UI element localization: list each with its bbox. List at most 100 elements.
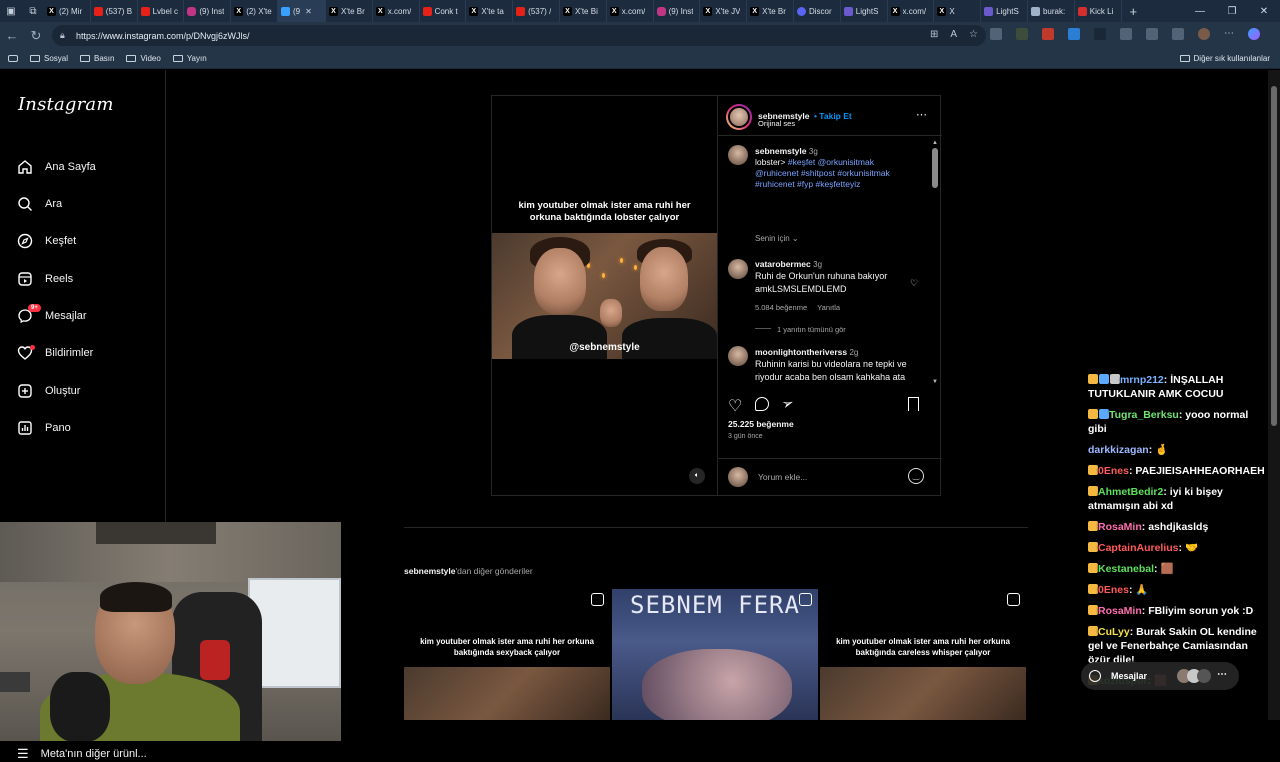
comment-username[interactable]: vatarobermec	[755, 259, 811, 269]
messages-pill[interactable]: Mesajlar ⋯	[1081, 662, 1239, 690]
app-available-icon[interactable]: ⊞	[930, 29, 938, 40]
extension-icon[interactable]	[1146, 28, 1158, 40]
maximize-button[interactable]: ❐	[1216, 6, 1248, 17]
more-post-card[interactable]: kim youtuber olmak ister ama ruhi her or…	[404, 589, 610, 720]
volume-icon[interactable]: 🔈︎	[689, 468, 705, 484]
sidebar-item-messenger[interactable]: 9+ Mesajlar	[17, 304, 87, 328]
other-bookmarks[interactable]: Diğer sık kullanılanlar	[1179, 54, 1270, 63]
tab-actions-icon[interactable]: ⧉	[22, 0, 44, 22]
more-icon[interactable]: ⋯	[1217, 669, 1227, 680]
comment-bubble-icon[interactable]	[755, 397, 769, 411]
instagram-logo[interactable]: Instagram	[18, 94, 114, 115]
chat-username[interactable]: CaptainAurelius	[1098, 542, 1179, 554]
likes-count[interactable]: 25.225 beğenme	[728, 419, 794, 429]
profile-avatar[interactable]	[1198, 28, 1210, 40]
sidebar-item-dashboard[interactable]: Pano	[17, 416, 71, 440]
back-button[interactable]: ←	[0, 28, 24, 43]
browser-tab[interactable]: (9 ✕	[277, 0, 326, 22]
comment-username[interactable]: moonlightontheriverss	[755, 347, 847, 357]
browser-tab[interactable]: X X'te Br	[326, 0, 373, 22]
sidebar-item-reels[interactable]: Reels	[17, 267, 73, 291]
browser-tab[interactable]: (9) Inst	[654, 0, 701, 22]
original-audio[interactable]: Orijinal ses	[758, 119, 795, 128]
more-post-card[interactable]: SEBNEM FERA	[612, 589, 818, 720]
chat-username[interactable]: Kestanebal	[1098, 563, 1154, 575]
browser-tab[interactable]: XX	[934, 0, 982, 22]
extension-icon[interactable]	[1016, 28, 1028, 40]
close-window-button[interactable]: ✕	[1248, 6, 1280, 17]
browser-tab[interactable]: Xx.com/	[373, 0, 420, 22]
chat-username[interactable]: CuLyy	[1098, 626, 1130, 638]
follow-button[interactable]: Takip Et	[819, 111, 851, 121]
menu-more-icon[interactable]: ⋯	[1224, 28, 1234, 40]
chat-username[interactable]: RosaMin	[1098, 605, 1142, 617]
bookmark-folder[interactable]: Sosyal	[30, 54, 68, 63]
chat-username[interactable]: Tugra_Berksu	[1109, 409, 1179, 421]
workspaces-icon[interactable]: ▣	[0, 0, 22, 22]
browser-tab[interactable]: X X'te ta	[466, 0, 514, 22]
youtube-extension-icon[interactable]	[1042, 28, 1054, 40]
browser-tab[interactable]: (537) /	[513, 0, 560, 22]
avatar[interactable]	[728, 346, 748, 366]
favorites-icon[interactable]	[1172, 28, 1184, 40]
browser-tab[interactable]: LightS	[841, 0, 888, 22]
browser-tab[interactable]: (9) Inst	[184, 0, 232, 22]
more-post-card[interactable]: kim youtuber olmak ister ama ruhi her or…	[820, 589, 1026, 720]
like-heart-icon[interactable]: ♡	[728, 396, 742, 416]
chat-username[interactable]: 0Enes	[1098, 584, 1129, 596]
bookmark-folder[interactable]: Basın	[80, 54, 114, 63]
browser-tab[interactable]: Xx.com/	[888, 0, 935, 22]
tab-close-icon[interactable]: ✕	[305, 7, 312, 16]
minimize-button[interactable]: —	[1184, 6, 1216, 17]
page-scrollbar[interactable]	[1268, 70, 1280, 720]
view-replies-button[interactable]: 1 yanıtın tümünü gör	[755, 325, 846, 334]
browser-tab[interactable]: X (2) X'te	[231, 0, 278, 22]
read-aloud-icon[interactable]: A	[950, 29, 957, 40]
comment-input[interactable]: Yorum ekle...	[758, 472, 807, 482]
browser-tab[interactable]: LightS	[981, 0, 1028, 22]
extensions-puzzle-icon[interactable]	[1120, 28, 1132, 40]
refresh-button[interactable]: ↻	[24, 28, 48, 44]
copilot-icon[interactable]	[1248, 28, 1260, 40]
new-tab-button[interactable]: +	[1130, 4, 1138, 19]
chat-username[interactable]: RosaMin	[1098, 521, 1142, 533]
chat-username[interactable]: AhmetBedir2	[1098, 486, 1163, 498]
sidebar-item-home[interactable]: Ana Sayfa	[17, 155, 96, 179]
browser-tab[interactable]: (537) B	[91, 0, 138, 22]
caption-username[interactable]: sebnemstyle	[755, 146, 807, 156]
browser-tab[interactable]: burak:	[1028, 0, 1075, 22]
chat-username[interactable]: mrnp212	[1120, 374, 1164, 386]
browser-tab[interactable]: X X'te Bi	[560, 0, 607, 22]
avatar[interactable]	[728, 106, 750, 128]
sidebar-item-compass[interactable]: Keşfet	[17, 229, 76, 253]
comment-like-icon[interactable]: ♡	[910, 278, 918, 289]
bookmark-tabs-icon[interactable]	[8, 55, 18, 62]
browser-tab[interactable]: Discor	[794, 0, 841, 22]
emoji-icon[interactable]: ‿	[908, 468, 924, 484]
post-media[interactable]: kim youtuber olmak ister ama ruhi her or…	[492, 96, 717, 495]
sidebar-item-search[interactable]: Ara	[17, 192, 62, 216]
comments-scrollbar[interactable]: ▲ ▼	[932, 140, 938, 386]
bookmark-folder[interactable]: Yayın	[172, 54, 207, 63]
sidebar-item-heart[interactable]: Bildirimler	[17, 341, 93, 365]
sort-dropdown[interactable]: Senin için ⌄	[755, 234, 799, 243]
avatar[interactable]	[728, 259, 748, 279]
extension-icon[interactable]	[1094, 28, 1106, 40]
browser-tab[interactable]: Lvbel c	[138, 0, 185, 22]
site-info-icon[interactable]: 🔒︎	[60, 30, 70, 41]
reply-button[interactable]: Yanıtla	[817, 303, 840, 312]
extension-icon[interactable]	[1068, 28, 1080, 40]
browser-tab[interactable]: Kick Li	[1075, 0, 1122, 22]
browser-tab[interactable]: X (2) Mir	[44, 0, 91, 22]
bookmark-folder[interactable]: Video	[126, 54, 161, 63]
browser-tab[interactable]: X X'te JV	[700, 0, 748, 22]
extension-icon[interactable]	[990, 28, 1002, 40]
favorite-star-icon[interactable]: ☆	[969, 29, 978, 40]
share-send-icon[interactable]: ➢	[779, 394, 796, 414]
browser-tab[interactable]: X X'te Br	[747, 0, 794, 22]
address-bar[interactable]: 🔒︎ https://www.instagram.com/p/DNvgj6zWJ…	[52, 25, 986, 46]
save-bookmark-icon[interactable]	[908, 397, 919, 411]
meta-more-products[interactable]: ☰ Meta'nın diğer ürünl...	[17, 746, 147, 762]
more-options-icon[interactable]: ⋯	[916, 108, 927, 121]
avatar[interactable]	[728, 145, 748, 165]
